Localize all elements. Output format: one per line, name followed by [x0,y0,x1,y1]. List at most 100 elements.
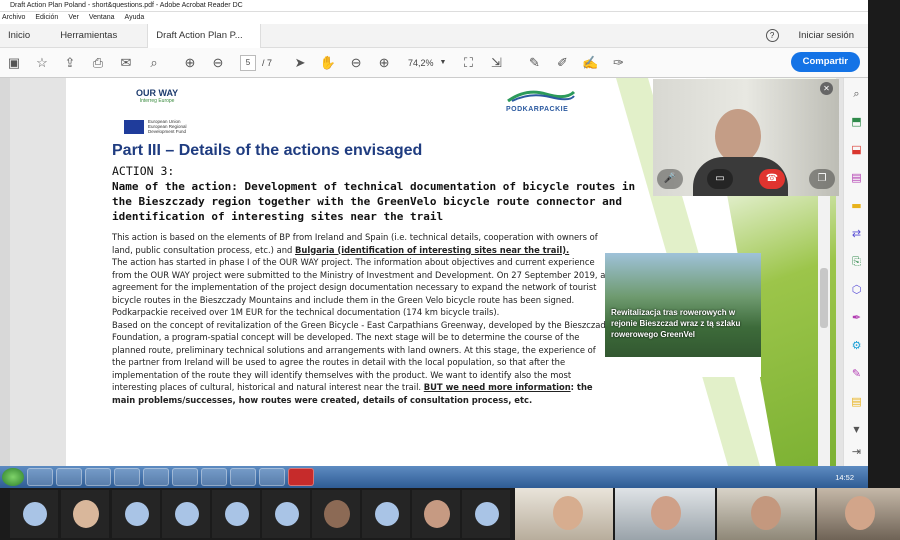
taskbar-app[interactable] [172,468,198,486]
send-icon[interactable]: ⇄ [849,226,864,241]
avatar [424,500,450,528]
participant-tile[interactable] [412,490,460,538]
left-panel-toggle[interactable] [0,78,10,466]
camera-icon[interactable]: ▭ [707,169,733,189]
ourway-logo: OUR WAY Interreg Europe [136,88,178,104]
collapse-panel-icon[interactable]: ⇥ [849,444,864,459]
participant-tile[interactable] [312,490,360,538]
organize-pages-icon[interactable]: ▤ [849,170,864,185]
stamp-icon[interactable]: ⚙ [849,338,864,353]
taskbar-clock: 14:52 [835,472,854,482]
create-pdf-icon[interactable]: ⬓ [849,142,864,157]
select-cursor-icon[interactable]: ➤ [286,55,314,71]
help-icon[interactable]: ? [765,29,779,42]
export-pdf-icon[interactable]: ⬒ [849,114,864,129]
upload-icon[interactable]: ⇪ [56,55,84,71]
taskbar-app[interactable] [201,468,227,486]
search-icon[interactable]: ⌕ [140,55,168,71]
taskbar-app[interactable] [56,468,82,486]
microphone-icon[interactable]: 🎤 [657,169,683,189]
avatar [23,502,47,526]
edit-icon[interactable]: ✎ [849,366,864,381]
taskbar-app[interactable] [230,468,256,486]
next-page-icon[interactable]: ⊖ [204,55,232,71]
sign-icon[interactable]: ✍ [576,55,604,71]
zoom-chevron-down-icon[interactable]: ▼ [440,59,447,66]
participant-video[interactable] [615,488,715,540]
podkarpackie-wave-icon [507,90,576,103]
taskbar-app[interactable] [85,468,111,486]
tab-document[interactable]: Draft Action Plan P... [147,23,262,48]
pop-out-icon[interactable]: ❐ [809,169,835,189]
podkarpackie-logo: PODKARPACKIE [506,88,576,113]
participant-video[interactable] [515,488,613,540]
ourway-logo-text: OUR WAY [136,88,179,98]
participant-video[interactable] [817,488,900,540]
participant-tile[interactable] [61,490,109,538]
zoom-in-icon[interactable]: ⊕ [370,55,398,71]
comment-tool-icon[interactable]: ▬ [849,198,864,213]
taskbar-app[interactable] [27,468,53,486]
participant-tile[interactable] [462,490,510,538]
paragraph-1-underlined: Bulgaria (identification of interesting … [294,244,570,255]
photo-caption: Rewitalizacja tras rowerowych w rejonie … [611,308,741,339]
menu-file[interactable]: Archivo [2,12,25,24]
participant-strip [0,488,900,540]
print-icon[interactable]: ⎙ [84,55,112,71]
tab-tools[interactable]: Herramientas [52,30,125,41]
part-title: Part III – Details of the actions envisa… [112,142,423,159]
fill-sign-icon[interactable]: ⎘ [849,254,864,269]
star-icon[interactable]: ☆ [28,55,56,71]
participant-tile[interactable] [362,490,410,538]
taskbar-app[interactable] [259,468,285,486]
protect-icon[interactable]: ⬡ [849,282,864,297]
tag-icon[interactable]: ✑ [604,55,632,71]
avatar [324,500,350,528]
avatar [225,502,249,526]
scrollbar-thumb[interactable] [820,268,828,328]
video-call-overlay[interactable]: ✕ 🎤 ▭ ☎ ❐ [653,79,839,196]
hand-icon[interactable]: ✋ [314,55,342,71]
chevron-down-icon[interactable]: ▼ [849,422,864,437]
menu-help[interactable]: Ayuda [125,12,145,24]
action-name: Name of the action: Development of techn… [112,180,636,223]
zoom-icon[interactable]: ⌕ [849,86,864,101]
page-number-input[interactable]: 5 [240,54,256,71]
share-button[interactable]: Compartir [790,52,860,72]
sign-in-link[interactable]: Iniciar sesión [799,30,854,41]
toolbar: ▣ ☆ ⇪ ⎙ ✉ ⌕ ⊕ ⊖ 5 / 7 ➤ ✋ ⊖ ⊕ 74,2% ▼ ⛶ … [0,48,868,78]
menu-window[interactable]: Ventana [89,12,115,24]
scroll-mode-icon[interactable]: ⇲ [482,55,510,71]
hangup-icon[interactable]: ☎ [759,169,785,189]
avatar [375,502,399,526]
participant-tile[interactable] [112,490,160,538]
participant-tile[interactable] [262,490,310,538]
eu-text: European Union European Regional Develop… [148,119,187,134]
tab-home[interactable]: Inicio [0,30,38,41]
menu-edit[interactable]: Edición [35,12,58,24]
comment-icon[interactable]: ✎ [520,55,548,71]
taskbar-acrobat[interactable] [288,468,314,486]
fit-page-icon[interactable]: ⛶ [454,55,482,71]
avatar [73,500,99,528]
participant-tile[interactable] [212,490,260,538]
eu-flag-icon [124,120,144,134]
zoom-out-icon[interactable]: ⊖ [342,55,370,71]
participant-tile[interactable] [162,490,210,538]
action-label: ACTION 3: [112,164,175,178]
highlight-icon[interactable]: ✐ [548,55,576,71]
close-icon[interactable]: ✕ [820,82,833,95]
prev-page-icon[interactable]: ⊕ [176,55,204,71]
save-icon[interactable]: ▣ [0,55,28,71]
zoom-level[interactable]: 74,2% [408,58,434,68]
taskbar-app[interactable] [114,468,140,486]
mail-icon[interactable]: ✉ [112,55,140,71]
participant-face [651,496,681,530]
menu-view[interactable]: Ver [68,12,79,24]
participant-video[interactable] [717,488,815,540]
sign-tool-icon[interactable]: ✒ [849,310,864,325]
file-icon[interactable]: ▤ [849,394,864,409]
start-button[interactable] [2,468,24,486]
participant-tile[interactable] [10,490,58,538]
taskbar-app[interactable] [143,468,169,486]
